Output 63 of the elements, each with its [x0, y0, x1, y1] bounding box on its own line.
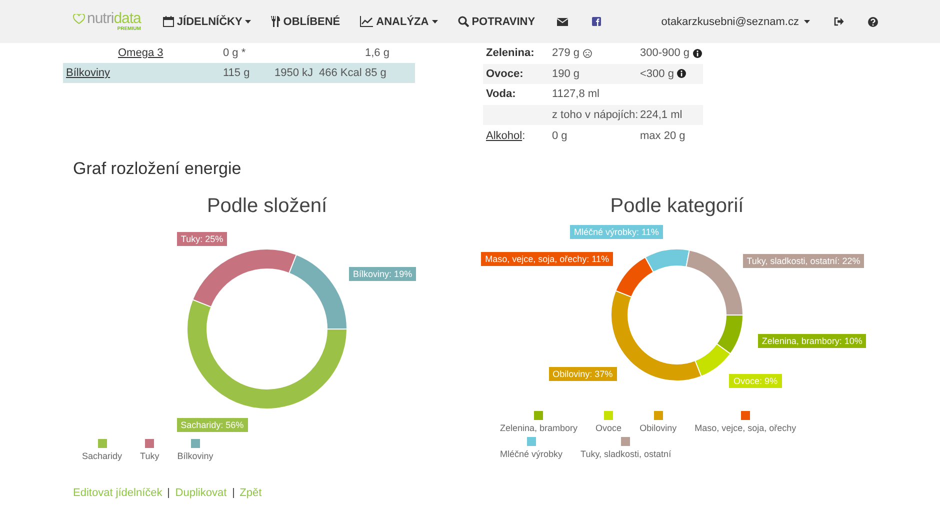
value-text: 190 g — [552, 68, 580, 80]
data-label: Obiloviny: 37% — [548, 366, 618, 382]
data-label: Tuky, sladkosti, ostatní: 22% — [742, 253, 866, 270]
user-menu[interactable]: otakarzkusebni@seznam.cz — [649, 16, 822, 28]
amount-cell: 0 g * — [223, 47, 246, 59]
legend-label: Mléčné výrobky — [500, 449, 563, 459]
caret-icon — [432, 20, 438, 24]
value-text: 1127,8 ml — [552, 88, 600, 100]
logo-text: nutridata — [87, 12, 141, 26]
logout-icon[interactable] — [834, 17, 844, 26]
amount-cell: 115 g — [223, 67, 250, 79]
colon-text: : — [522, 130, 526, 142]
search-icon — [458, 16, 469, 27]
target-cell: 85 g — [365, 67, 386, 79]
info-icon[interactable] — [692, 48, 702, 58]
data-label: Zelenina, brambory: 10% — [756, 332, 868, 349]
row-label: Voda: — [485, 88, 517, 100]
range-text: max 20 g — [640, 130, 686, 142]
heart-icon — [73, 14, 85, 24]
legend-label: Ovoce — [596, 423, 622, 433]
nav-menu-item[interactable]: OBLÍBENÉ — [261, 16, 350, 28]
data-label: Maso, vejce, soja, ořechy: 11% — [480, 251, 614, 268]
legend-label: Sacharidy — [82, 451, 122, 461]
data-label: Sacharidy: 56% — [176, 417, 249, 434]
energy-kj-cell: 1950 kJ — [274, 67, 313, 79]
legend-label: Obiloviny — [640, 423, 677, 433]
data-label: Tuky: 25% — [176, 231, 228, 248]
legend-label: Tuky — [140, 451, 160, 461]
calendar-icon — [162, 16, 174, 27]
caret-icon — [245, 20, 252, 24]
value-text: 224,1 ml — [640, 109, 682, 122]
value-text: 0 g — [552, 130, 568, 142]
caret-icon — [804, 20, 810, 24]
nav-menu-item[interactable]: JÍDELNÍČKY — [152, 16, 262, 28]
section-heading: Graf rozložení energie — [73, 159, 242, 179]
facebook-icon[interactable] — [592, 17, 602, 26]
energy-kcal-cell: 466 Kcal — [319, 67, 362, 79]
chart-title: Podle složení — [206, 194, 328, 219]
range-text: 300-900 g — [640, 47, 690, 60]
row-label: Ovoce: — [485, 68, 524, 80]
nutrient-link[interactable]: Omega 3 — [63, 47, 223, 59]
row-label: Zelenina: — [485, 47, 536, 60]
line-chart-icon — [360, 16, 374, 27]
value-text: 279 g — [552, 47, 580, 60]
sub-label: z toho v nápojích: — [552, 109, 638, 122]
data-label: Bílkoviny: 19% — [348, 266, 418, 282]
nav-menu-item[interactable]: POTRAVINY — [448, 16, 546, 28]
data-label: Mléčné výrobky: 11% — [569, 224, 664, 240]
nav-menu-item[interactable]: ANALÝZA — [350, 16, 448, 28]
legend-label: Tuky, sladkosti, ostatní — [580, 449, 672, 459]
info-icon[interactable] — [676, 69, 686, 78]
legend-label: Maso, vejce, soja, ořechy — [694, 423, 796, 433]
nutrient-link[interactable]: Bílkoviny — [63, 67, 223, 79]
range-text: <300 g — [640, 68, 674, 80]
envelope-icon[interactable] — [557, 18, 568, 26]
row-label-link[interactable]: Alkohol — [486, 130, 522, 142]
help-icon[interactable] — [868, 16, 878, 26]
fork-knife-icon — [271, 16, 280, 27]
data-label: Ovoce: 9% — [728, 373, 782, 390]
legend-label: Zelenina, brambory — [500, 423, 578, 433]
chart-title: Podle kategorií — [609, 194, 745, 219]
target-cell: 1,6 g — [365, 47, 390, 59]
legend-label: Bílkoviny — [177, 451, 214, 461]
